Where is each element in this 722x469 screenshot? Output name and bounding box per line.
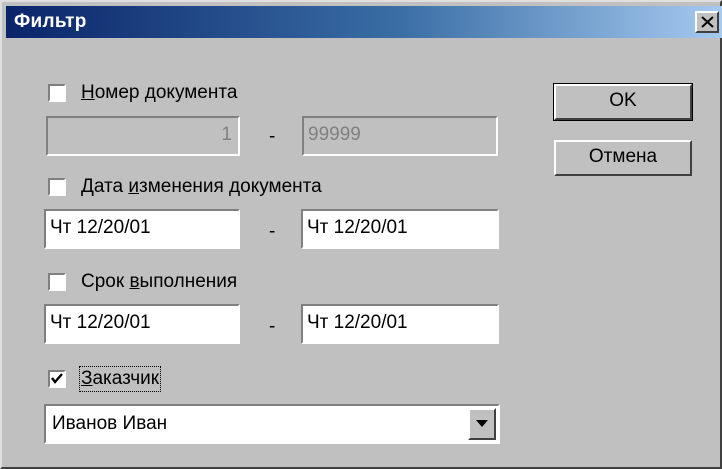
doc-number-separator: - (269, 126, 276, 147)
change-date-separator: - (269, 221, 276, 242)
customer-select[interactable]: Иванов Иван (44, 404, 500, 444)
doc-number-from-input[interactable]: 1 (46, 116, 240, 156)
change-date-label[interactable]: Дата изменения документа (81, 176, 322, 198)
checkmark-icon (51, 373, 63, 384)
deadline-checkbox[interactable] (48, 273, 66, 291)
change-date-to-input[interactable]: Чт 12/20/01 (301, 209, 499, 249)
close-icon (701, 16, 714, 28)
deadline-separator: - (269, 316, 276, 337)
cancel-button[interactable]: Отмена (554, 140, 692, 176)
change-date-checkbox[interactable] (48, 178, 66, 196)
deadline-to-input[interactable]: Чт 12/20/01 (301, 304, 499, 344)
doc-number-checkbox[interactable] (48, 84, 66, 102)
change-date-from-input[interactable]: Чт 12/20/01 (44, 209, 240, 249)
close-button[interactable] (695, 11, 719, 33)
title-bar[interactable]: Фильтр (6, 6, 722, 38)
chevron-down-icon (476, 420, 488, 427)
deadline-label[interactable]: Срок выполнения (81, 271, 237, 293)
customer-label[interactable]: Заказчик (78, 366, 162, 392)
doc-number-to-input[interactable]: 99999 (302, 116, 498, 156)
deadline-from-input[interactable]: Чт 12/20/01 (44, 304, 240, 344)
doc-number-label[interactable]: Номер документа (81, 82, 237, 104)
filter-dialog: Фильтр Номер документа 1 - 99999 Дата из… (0, 0, 722, 469)
customer-select-value: Иванов Иван (52, 413, 168, 434)
window-title: Фильтр (14, 11, 87, 32)
customer-dropdown-button[interactable] (468, 408, 496, 440)
customer-checkbox[interactable] (48, 370, 66, 388)
ok-button[interactable]: OK (553, 83, 693, 121)
